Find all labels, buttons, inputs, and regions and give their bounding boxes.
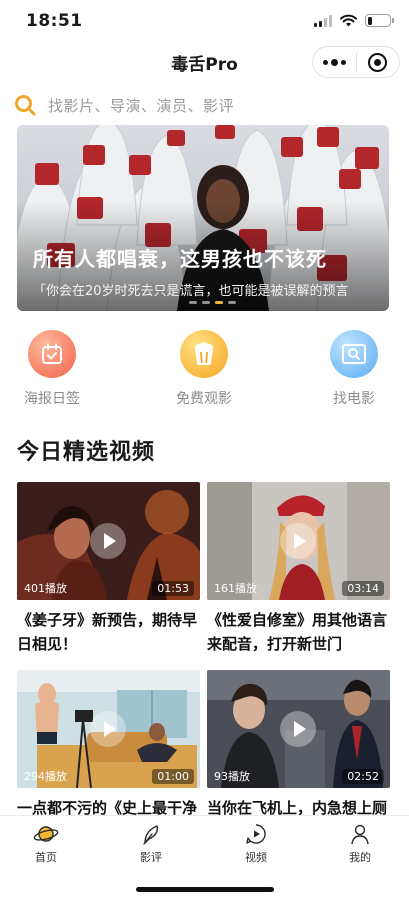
video-card[interactable]: 294播放 01:00 一点都不污的《史上最干净: [17, 670, 200, 820]
carousel-dot[interactable]: [228, 301, 236, 304]
tab-profile[interactable]: 我的: [330, 822, 390, 865]
status-bar: 18:51: [0, 0, 409, 40]
user-icon: [330, 822, 390, 846]
play-icon: [104, 533, 116, 549]
tab-videos[interactable]: 视频: [226, 822, 286, 865]
video-thumbnail[interactable]: 401播放 01:53: [17, 482, 200, 600]
tab-bar: 首页 影评 视频 我的: [0, 815, 409, 898]
video-card[interactable]: 93播放 02:52 当你在飞机上，内急想上厕: [207, 670, 390, 820]
play-icon: [294, 721, 306, 737]
view-count: 161播放: [214, 582, 257, 595]
tab-label: 视频: [245, 851, 267, 864]
tab-label: 影评: [140, 851, 162, 864]
play-button[interactable]: [90, 523, 126, 559]
tab-home[interactable]: 首页: [16, 822, 76, 865]
quick-menu-free-movie[interactable]: 免费观影: [154, 330, 254, 408]
video-thumbnail[interactable]: 161播放 03:14: [207, 482, 390, 600]
tab-label: 首页: [35, 851, 57, 864]
play-icon: [104, 721, 116, 737]
quick-menu-label: 找电影: [333, 391, 375, 407]
video-card[interactable]: 161播放 03:14 《性爱自修室》用其他语言来配音，打开新世门: [207, 482, 390, 656]
signal-icon: [314, 14, 332, 27]
quick-menu-label: 海报日签: [24, 391, 80, 407]
home-indicator: [136, 887, 274, 892]
calendar-icon: [28, 330, 76, 378]
play-button[interactable]: [280, 523, 316, 559]
banner-title: 所有人都唱衰，这男孩也不该死: [33, 247, 327, 271]
target-circle-icon: [368, 52, 388, 72]
search-placeholder: 找影片、导演、演员、影评: [48, 96, 235, 115]
view-count: 93播放: [214, 770, 250, 783]
video-title[interactable]: 《性爱自修室》用其他语言来配音，打开新世门: [207, 608, 390, 656]
miniprogram-capsule: [312, 46, 400, 78]
search-bar[interactable]: 找影片、导演、演员、影评: [14, 90, 394, 120]
carousel-dot[interactable]: [189, 301, 197, 304]
play-button[interactable]: [90, 711, 126, 747]
video-duration: 01:00: [152, 769, 194, 784]
video-duration: 01:53: [152, 581, 194, 596]
tab-reviews[interactable]: 影评: [121, 822, 181, 865]
popcorn-icon: [180, 330, 228, 378]
carousel-dot[interactable]: [202, 301, 210, 304]
video-title[interactable]: 《姜子牙》新预告，期待早日相见！: [17, 608, 200, 656]
banner-subtitle: 「你会在20岁时死去只是谎言，也可能是被误解的预言: [33, 284, 349, 299]
quick-menu-label: 免费观影: [176, 391, 232, 407]
status-time: 18:51: [26, 11, 83, 31]
feather-icon: [121, 822, 181, 846]
quick-menu-find-movie[interactable]: 找电影: [304, 330, 404, 408]
carousel-dot-active[interactable]: [215, 301, 223, 304]
video-card[interactable]: 401播放 01:53 《姜子牙》新预告，期待早日相见！: [17, 482, 200, 656]
section-title: 今日精选视频: [17, 440, 156, 465]
film-search-icon: [330, 330, 378, 378]
close-miniprogram-button[interactable]: [356, 47, 399, 77]
more-dots-icon: [322, 58, 346, 66]
video-duration: 03:14: [342, 581, 384, 596]
search-icon: [15, 95, 36, 116]
video-thumbnail[interactable]: 93播放 02:52: [207, 670, 390, 788]
carousel-indicator: [189, 301, 236, 304]
play-icon: [294, 533, 306, 549]
status-icons: [314, 14, 394, 27]
video-play-icon: [226, 822, 286, 846]
quick-menu-poster-sign[interactable]: 海报日签: [2, 330, 102, 408]
wifi-icon: [340, 14, 357, 27]
battery-icon: [365, 14, 394, 27]
more-button[interactable]: [313, 47, 356, 77]
banner-carousel[interactable]: 所有人都唱衰，这男孩也不该死 「你会在20岁时死去只是谎言，也可能是被误解的预言: [17, 125, 389, 311]
view-count: 294播放: [24, 770, 67, 783]
tab-label: 我的: [349, 851, 371, 864]
video-thumbnail[interactable]: 294播放 01:00: [17, 670, 200, 788]
planet-icon: [16, 822, 76, 846]
nav-bar: 毒舌Pro: [0, 42, 409, 82]
video-duration: 02:52: [342, 769, 384, 784]
view-count: 401播放: [24, 582, 67, 595]
play-button[interactable]: [280, 711, 316, 747]
